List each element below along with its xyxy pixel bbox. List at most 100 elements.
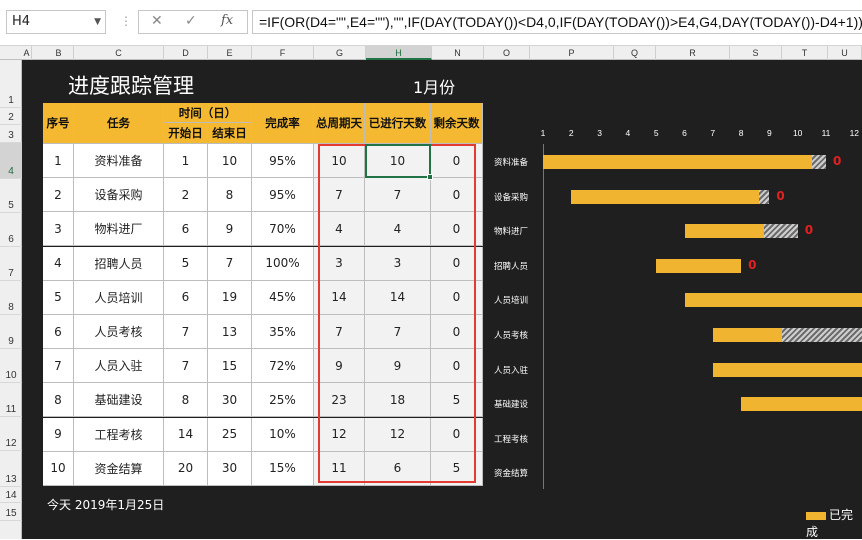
table-cell-remain[interactable]: 5	[431, 452, 483, 486]
row-header-2[interactable]: 2	[0, 108, 22, 125]
table-cell-task[interactable]: 人员入驻	[74, 349, 164, 383]
table-cell-remain[interactable]: 0	[431, 178, 483, 212]
table-cell-rate[interactable]: 25%	[252, 383, 314, 417]
table-cell-total[interactable]: 7	[314, 178, 365, 212]
table-cell-start[interactable]: 20	[164, 452, 208, 486]
table-cell-elapsed[interactable]: 18	[365, 383, 431, 417]
table-cell-task[interactable]: 人员考核	[74, 315, 164, 349]
table-cell-task[interactable]: 工程考核	[74, 418, 164, 452]
table-cell-end[interactable]: 15	[208, 349, 252, 383]
table-cell-elapsed[interactable]: 3	[365, 247, 431, 281]
table-cell-start[interactable]: 5	[164, 247, 208, 281]
table-cell-total[interactable]: 4	[314, 212, 365, 246]
table-cell-remain[interactable]: 0	[431, 144, 483, 178]
row-header-4[interactable]: 4	[0, 143, 22, 179]
column-header-a[interactable]: A	[22, 46, 32, 60]
column-header-f[interactable]: F	[252, 46, 314, 60]
table-cell-elapsed[interactable]: 10	[365, 144, 431, 178]
table-cell-elapsed[interactable]: 4	[365, 212, 431, 246]
column-header-h[interactable]: H	[366, 46, 432, 60]
table-cell-start[interactable]: 8	[164, 383, 208, 417]
row-header-12[interactable]: 12	[0, 417, 22, 451]
table-cell-rate[interactable]: 72%	[252, 349, 314, 383]
table-cell-rate[interactable]: 100%	[252, 247, 314, 281]
column-header-b[interactable]: B	[44, 46, 74, 60]
column-header-o[interactable]: O	[484, 46, 530, 60]
table-cell-elapsed[interactable]: 9	[365, 349, 431, 383]
insert-function-icon[interactable]: fx	[221, 13, 233, 28]
table-cell-remain[interactable]: 0	[431, 315, 483, 349]
table-cell-end[interactable]: 8	[208, 178, 252, 212]
table-cell-total[interactable]: 14	[314, 281, 365, 315]
column-header-s[interactable]: S	[730, 46, 782, 60]
column-header-e[interactable]: E	[208, 46, 252, 60]
table-cell-remain[interactable]: 5	[431, 383, 483, 417]
cancel-icon[interactable]: ✕	[151, 13, 163, 29]
header-seq[interactable]: 序号	[43, 103, 74, 144]
table-cell-seq[interactable]: 6	[43, 315, 74, 349]
table-cell-end[interactable]: 13	[208, 315, 252, 349]
formula-input[interactable]: =IF(OR(D4="",E4=""),"",IF(DAY(TODAY())<D…	[252, 10, 862, 34]
table-cell-start[interactable]: 6	[164, 212, 208, 246]
table-cell-total[interactable]: 9	[314, 349, 365, 383]
row-header-1[interactable]: 1	[0, 60, 22, 108]
table-cell-end[interactable]: 9	[208, 212, 252, 246]
table-cell-total[interactable]: 23	[314, 383, 365, 417]
table-cell-task[interactable]: 基础建设	[74, 383, 164, 417]
table-cell-seq[interactable]: 8	[43, 383, 74, 417]
row-header-8[interactable]: 8	[0, 281, 22, 315]
table-cell-end[interactable]: 19	[208, 281, 252, 315]
row-header-3[interactable]: 3	[0, 125, 22, 143]
table-cell-seq[interactable]: 5	[43, 281, 74, 315]
table-cell-rate[interactable]: 35%	[252, 315, 314, 349]
row-header-10[interactable]: 10	[0, 349, 22, 383]
table-cell-task[interactable]: 设备采购	[74, 178, 164, 212]
row-header-7[interactable]: 7	[0, 247, 22, 281]
column-header-p[interactable]: P	[530, 46, 614, 60]
table-cell-seq[interactable]: 2	[43, 178, 74, 212]
row-header-13[interactable]: 13	[0, 451, 22, 487]
table-cell-task[interactable]: 资金结算	[74, 452, 164, 486]
table-cell-task[interactable]: 物料进厂	[74, 212, 164, 246]
table-cell-remain[interactable]: 0	[431, 247, 483, 281]
column-header-u[interactable]: U	[828, 46, 862, 60]
chevron-down-icon[interactable]: ▼	[94, 11, 101, 33]
table-cell-seq[interactable]: 9	[43, 418, 74, 452]
table-cell-seq[interactable]: 1	[43, 144, 74, 178]
table-cell-seq[interactable]: 4	[43, 247, 74, 281]
table-cell-elapsed[interactable]: 6	[365, 452, 431, 486]
enter-icon[interactable]: ✓	[185, 13, 197, 29]
table-cell-total[interactable]: 10	[314, 144, 365, 178]
column-header-g[interactable]: G	[314, 46, 366, 60]
header-time[interactable]: 时间（日）	[164, 103, 252, 123]
table-cell-rate[interactable]: 95%	[252, 144, 314, 178]
row-header-5[interactable]: 5	[0, 179, 22, 213]
row-header-9[interactable]: 9	[0, 315, 22, 349]
header-remaining-days[interactable]: 剩余天数	[431, 103, 483, 144]
row-header-15[interactable]: 15	[0, 503, 22, 521]
table-cell-seq[interactable]: 10	[43, 452, 74, 486]
table-cell-task[interactable]: 招聘人员	[74, 247, 164, 281]
table-cell-rate[interactable]: 95%	[252, 178, 314, 212]
table-cell-rate[interactable]: 10%	[252, 418, 314, 452]
table-cell-total[interactable]: 7	[314, 315, 365, 349]
table-cell-start[interactable]: 14	[164, 418, 208, 452]
header-start[interactable]: 开始日	[164, 123, 208, 144]
table-cell-elapsed[interactable]: 7	[365, 315, 431, 349]
table-cell-total[interactable]: 3	[314, 247, 365, 281]
table-cell-start[interactable]: 7	[164, 315, 208, 349]
table-cell-end[interactable]: 10	[208, 144, 252, 178]
name-box[interactable]: H4 ▼	[6, 10, 106, 34]
table-cell-start[interactable]: 7	[164, 349, 208, 383]
header-completion[interactable]: 完成率	[252, 103, 314, 144]
table-cell-end[interactable]: 30	[208, 383, 252, 417]
table-cell-start[interactable]: 1	[164, 144, 208, 178]
table-cell-elapsed[interactable]: 12	[365, 418, 431, 452]
table-cell-remain[interactable]: 0	[431, 212, 483, 246]
header-task[interactable]: 任务	[74, 103, 164, 144]
column-header-t[interactable]: T	[782, 46, 828, 60]
table-cell-rate[interactable]: 70%	[252, 212, 314, 246]
column-header-d[interactable]: D	[164, 46, 208, 60]
column-header-c[interactable]: C	[74, 46, 164, 60]
table-cell-end[interactable]: 30	[208, 452, 252, 486]
